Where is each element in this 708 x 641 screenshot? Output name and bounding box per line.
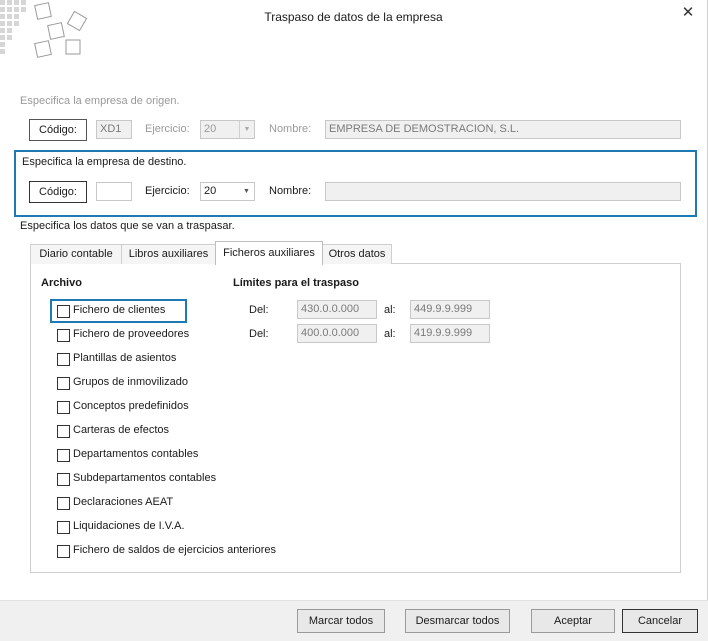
destination-nombre-label: Nombre: [269,185,312,197]
origin-ejercicio-select[interactable]: 20 ▼ [200,120,255,139]
checkbox-label: Departamentos contables [73,448,199,460]
limit-del-field[interactable]: 430.0.0.000 [297,300,377,319]
limit-del-label: Del: [249,328,269,340]
cancelar-button[interactable]: Cancelar [622,609,698,633]
destination-nombre-field[interactable] [325,182,681,201]
origin-ejercicio-label: Ejercicio: [145,123,190,135]
origin-nombre-field[interactable]: EMPRESA DE DEMOSTRACION, S.L. [325,120,681,139]
origin-heading: Especifica la empresa de origen. [20,95,180,107]
close-icon[interactable]: ✕ [679,4,697,22]
origin-codigo-button[interactable]: Código: [29,119,87,141]
limit-del-label: Del: [249,304,269,316]
checkbox-box[interactable] [57,521,70,534]
origin-nombre-label: Nombre: [269,123,312,135]
checkbox-box[interactable] [57,545,70,558]
checkbox-label: Conceptos predefinidos [73,400,189,412]
limit-al-label: al: [384,328,396,340]
checkbox-label: Grupos de inmovilizado [73,376,188,388]
tab-libros-auxiliares[interactable]: Libros auxiliares [121,244,216,264]
destination-ejercicio-label: Ejercicio: [145,185,190,197]
desmarcar-todos-button[interactable]: Desmarcar todos [405,609,510,633]
checkbox-box[interactable] [57,473,70,486]
destination-codigo-field[interactable] [96,182,132,201]
checkbox-box[interactable] [57,377,70,390]
checkbox-box[interactable] [57,497,70,510]
checkbox-label: Carteras de efectos [73,424,169,436]
origin-codigo-field[interactable]: XD1 [96,120,132,139]
destination-codigo-button[interactable]: Código: [29,181,87,203]
checkbox-box[interactable] [57,305,70,318]
dialog-window: Traspaso de datos de la empresa ✕ Especi… [0,0,708,641]
tab-otros-datos[interactable]: Otros datos [322,244,392,264]
limites-label: Límites para el traspaso [233,277,359,289]
destination-heading: Especifica la empresa de destino. [22,156,187,168]
checkbox-label: Fichero de saldos de ejercicios anterior… [73,544,276,556]
limit-al-field[interactable]: 449.9.9.999 [410,300,490,319]
limit-al-label: al: [384,304,396,316]
checkbox-label: Liquidaciones de I.V.A. [73,520,185,532]
tab-diario-contable[interactable]: Diario contable [30,244,122,264]
limit-al-field[interactable]: 419.9.9.999 [410,324,490,343]
window-title: Traspaso de datos de la empresa [264,10,443,24]
origin-ejercicio-value: 20 [204,123,217,135]
checkbox-box[interactable] [57,401,70,414]
checkbox-label: Plantillas de asientos [73,352,177,364]
chevron-down-icon: ▼ [243,188,250,195]
data-heading: Especifica los datos que se van a traspa… [20,220,235,232]
checkbox-label: Fichero de clientes [73,304,166,316]
checkbox-box[interactable] [57,353,70,366]
checkbox-label: Declaraciones AEAT [73,496,174,508]
checkbox-box[interactable] [57,449,70,462]
destination-ejercicio-value: 20 [204,185,217,197]
tab-ficheros-auxiliares[interactable]: Ficheros auxiliares [215,241,323,265]
marcar-todos-button[interactable]: Marcar todos [297,609,385,633]
destination-ejercicio-select[interactable]: 20 ▼ [200,182,255,201]
aceptar-button[interactable]: Aceptar [531,609,615,633]
archivo-label: Archivo [41,277,82,289]
chevron-down-icon: ▼ [239,121,254,138]
checkbox-box[interactable] [57,425,70,438]
checkbox-label: Subdepartamentos contables [73,472,217,484]
checkbox-box[interactable] [57,329,70,342]
limit-del-field[interactable]: 400.0.0.000 [297,324,377,343]
checkbox-label: Fichero de proveedores [73,328,190,340]
